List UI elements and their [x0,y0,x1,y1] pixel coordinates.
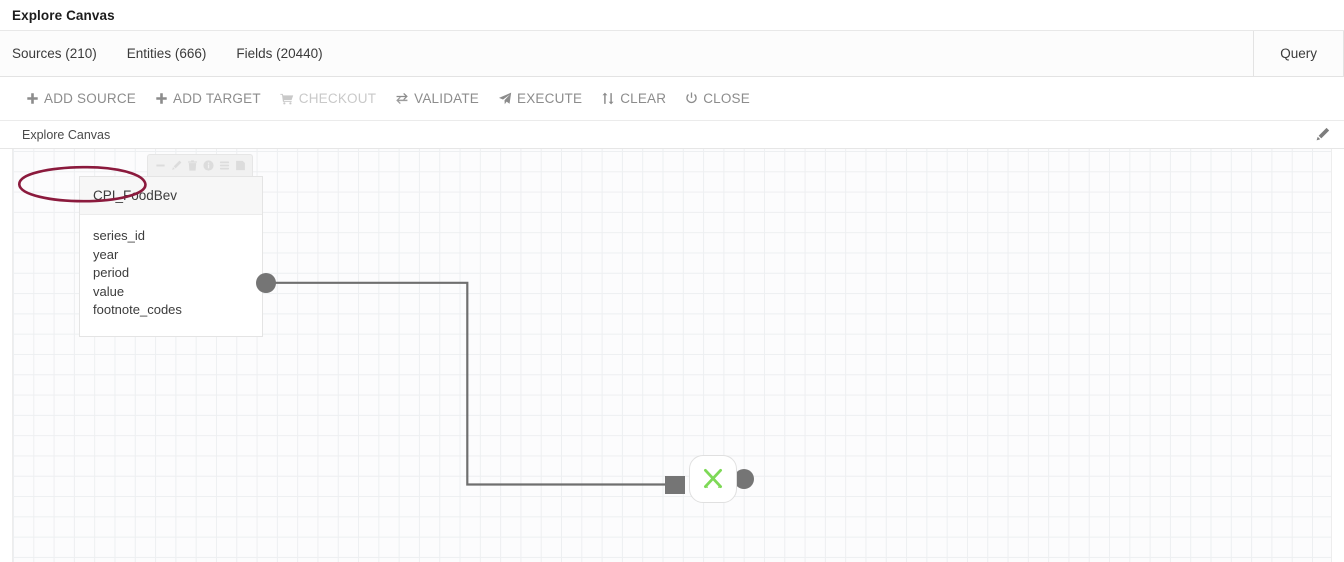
checkout-label: CHECKOUT [298,91,377,106]
tab-entities[interactable]: Entities (666) [127,31,223,77]
add-source-label: ADD SOURCE [44,91,137,106]
add-source-button[interactable]: ADD SOURCE [26,91,136,106]
shopping-cart-icon [280,92,294,105]
validate-label: VALIDATE [414,91,480,106]
pencil-icon[interactable] [1315,127,1330,142]
transform-input-port[interactable] [665,476,685,494]
node-field: footnote_codes [93,302,182,318]
transform-output-port[interactable] [734,469,754,489]
node-title: CPI_FoodBev [80,177,262,215]
node-field-list: series_id year period value footnote_cod… [80,215,262,336]
crossed-tools-icon [700,466,726,492]
close-label: CLOSE [703,91,750,106]
tab-bar: Sources (210) Entities (666) Fields (204… [0,30,1344,77]
save-file-icon[interactable] [233,159,247,173]
source-output-port[interactable] [256,273,276,293]
info-circle-icon[interactable] [201,159,215,173]
database-layers-icon[interactable] [217,159,231,173]
action-toolbar: ADD SOURCE ADD TARGET CHECKOUT VALIDATE … [0,77,1344,203]
node-cpi-foodbev[interactable]: CPI_FoodBev series_id year period value … [79,154,263,337]
canvas-title: Explore Canvas [22,127,111,142]
pencil-icon[interactable] [169,159,183,173]
execute-label: EXECUTE [517,91,583,106]
clear-label: CLEAR [620,91,667,106]
execute-button[interactable]: EXECUTE [498,91,582,106]
tab-bar-spacer [353,31,1254,76]
exchange-arrows-icon [395,92,409,105]
add-target-label: ADD TARGET [173,91,261,106]
add-target-button[interactable]: ADD TARGET [155,91,261,106]
plus-icon [155,92,168,105]
trash-icon[interactable] [185,159,199,173]
tab-group-left: Sources (210) Entities (666) Fields (204… [0,31,353,76]
tab-sources[interactable]: Sources (210) [12,31,113,77]
explore-canvas-app: Explore Canvas Sources (210) Entities (6… [0,0,1344,562]
node-card[interactable]: CPI_FoodBev series_id year period value … [79,176,263,337]
explore-canvas-surface[interactable]: CPI_FoodBev series_id year period value … [12,149,1332,562]
validate-button[interactable]: VALIDATE [395,91,479,106]
node-transform[interactable] [689,455,737,503]
tab-fields[interactable]: Fields (20440) [236,31,338,77]
close-button[interactable]: CLOSE [685,91,750,106]
node-field: period [93,265,130,281]
node-toolbar [147,154,253,176]
up-down-arrows-icon [601,92,615,105]
checkout-button[interactable]: CHECKOUT [280,91,376,106]
paper-plane-icon [498,92,512,105]
title-bar: Explore Canvas [0,0,1344,30]
canvas-sub-header: Explore Canvas [0,121,1344,149]
clear-button[interactable]: CLEAR [601,91,666,106]
page-title: Explore Canvas [12,7,115,23]
tab-query[interactable]: Query [1253,31,1344,76]
plus-icon [26,92,39,105]
node-field: series_id [93,228,146,243]
node-field: value [93,283,125,299]
node-field: year [93,246,119,262]
minimize-icon[interactable] [153,159,167,173]
power-icon [685,92,698,105]
